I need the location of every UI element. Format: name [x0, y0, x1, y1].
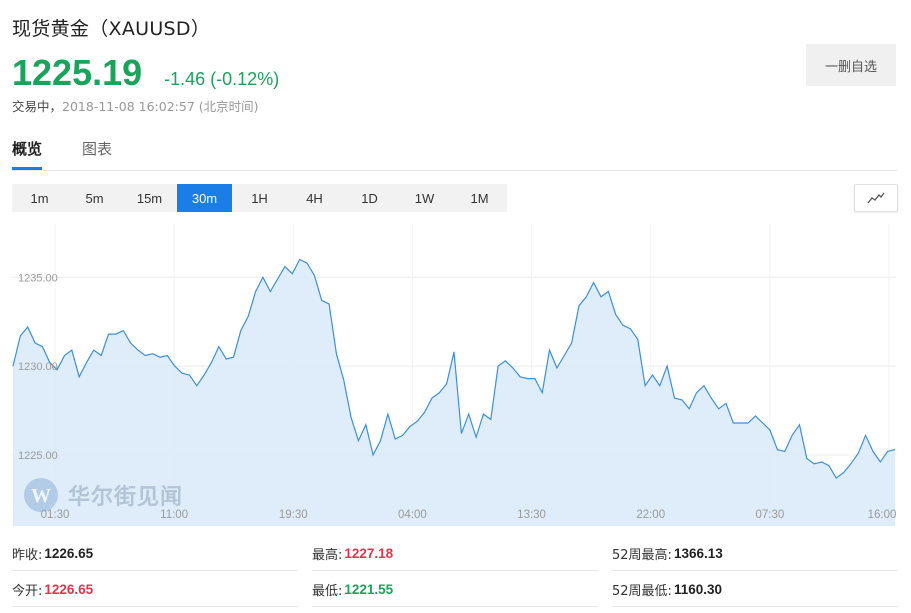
- stat-high: 最高: 1227.18: [312, 536, 598, 571]
- quote-stats: 昨收: 1226.65 最高: 1227.18 52周最高: 1366.13 今…: [12, 536, 898, 608]
- price-row: 1225.19 -1.46 (-0.12%): [12, 52, 280, 93]
- watermark: W 华尔街见闻: [22, 476, 183, 514]
- stat-low: 最低: 1221.55: [312, 572, 598, 607]
- stat-value: 1227.18: [344, 545, 394, 561]
- view-tabs: 概览 图表: [12, 138, 152, 170]
- interval-1h[interactable]: 1H: [232, 184, 287, 212]
- x-tick-label: 07:30: [755, 509, 784, 521]
- stat-52w-high: 52周最高: 1366.13: [612, 536, 898, 571]
- interval-5m[interactable]: 5m: [67, 184, 122, 212]
- price-change: -1.46 (-0.12%): [164, 69, 280, 89]
- stat-value: 1366.13: [673, 545, 723, 561]
- stat-value: 1226.65: [44, 545, 94, 561]
- chart-type-button[interactable]: [854, 184, 898, 212]
- interval-15m[interactable]: 15m: [122, 184, 177, 212]
- stat-label: 昨收:: [12, 547, 43, 563]
- x-tick-label: 04:00: [398, 509, 427, 521]
- stat-value: 1160.30: [673, 581, 722, 597]
- y-tick-label: 1235.00: [18, 272, 58, 284]
- status-text: 交易中，: [12, 99, 63, 114]
- stat-label: 52周最高:: [612, 547, 672, 563]
- stat-value: 1226.65: [44, 581, 94, 597]
- y-tick-label: 1225.00: [18, 450, 58, 462]
- stat-label: 52周最低:: [612, 583, 672, 599]
- wallstreetcn-logo-icon: W: [24, 478, 58, 512]
- x-tick-label: 13:30: [517, 509, 546, 521]
- trading-status: 交易中，2018-11-08 16:02:57 (北京时间): [12, 96, 259, 115]
- stat-open: 今开: 1226.65: [12, 572, 298, 607]
- stat-value: 1221.55: [344, 581, 394, 597]
- tab-overview[interactable]: 概览: [12, 138, 43, 170]
- quote-timestamp: 2018-11-08 16:02:57 (北京时间): [62, 99, 259, 114]
- line-chart-icon: [867, 192, 885, 204]
- svg-text:W: W: [31, 485, 51, 507]
- stat-label: 最低:: [312, 583, 343, 599]
- interval-1m[interactable]: 1m: [12, 184, 67, 212]
- last-price: 1225.19: [12, 52, 143, 93]
- x-tick-label: 22:00: [636, 509, 665, 521]
- x-tick-label: 19:30: [279, 509, 308, 521]
- stat-52w-low: 52周最低: 1160.30: [612, 572, 898, 607]
- tab-chart[interactable]: 图表: [82, 138, 112, 170]
- x-tick-label: 16:00: [868, 509, 896, 521]
- stat-label: 今开:: [12, 583, 43, 599]
- interval-30m[interactable]: 30m: [177, 184, 232, 212]
- stat-prev-close: 昨收: 1226.65: [12, 536, 298, 571]
- tabs-divider: [12, 170, 897, 171]
- stat-label: 最高:: [312, 547, 343, 563]
- interval-1w[interactable]: 1W: [397, 184, 452, 212]
- interval-1d[interactable]: 1D: [342, 184, 397, 212]
- interval-4h[interactable]: 4H: [287, 184, 342, 212]
- interval-1mo[interactable]: 1M: [452, 184, 507, 212]
- remove-watchlist-button[interactable]: 一删自选: [806, 44, 896, 86]
- watermark-text: 华尔街见闻: [68, 485, 184, 510]
- y-tick-label: 1230.00: [18, 361, 58, 373]
- instrument-title: 现货黄金（XAUUSD）: [12, 18, 211, 40]
- interval-selector: 1m 5m 15m 30m 1H 4H 1D 1W 1M: [12, 184, 507, 212]
